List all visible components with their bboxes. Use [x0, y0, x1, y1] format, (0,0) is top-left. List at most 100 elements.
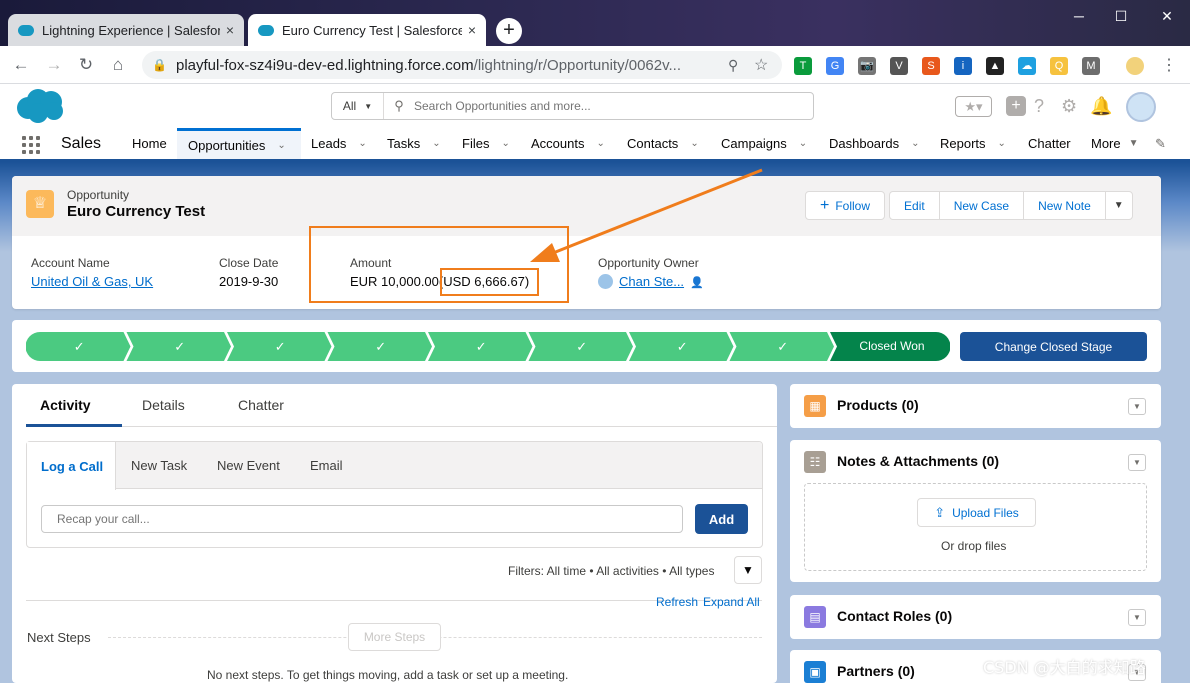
notifications-bell-icon[interactable]: 🔔 [1090, 96, 1112, 117]
user-avatar[interactable] [1126, 92, 1156, 122]
bookmark-star-icon[interactable]: ☆ [754, 55, 782, 75]
owner-link[interactable]: Chan Ste... [619, 274, 684, 289]
search-input[interactable] [414, 99, 813, 113]
search-scope-dropdown[interactable]: All ▼ [332, 93, 384, 119]
upload-files-button[interactable]: ⇪ Upload Files [917, 498, 1036, 527]
file-drop-zone[interactable]: ⇪ Upload Files Or drop files [804, 483, 1147, 571]
new-case-button[interactable]: New Case [938, 191, 1025, 220]
address-bar[interactable]: 🔒 playful-fox-sz4i9u-dev-ed.lightning.fo… [142, 51, 782, 79]
partners-title[interactable]: Partners (0) [837, 663, 915, 679]
change-owner-icon[interactable]: 👤 [690, 277, 704, 289]
nav-item-accounts[interactable]: Accounts ⌄ [531, 128, 605, 159]
recap-call-input[interactable] [41, 505, 683, 533]
chevron-down-icon[interactable]: ⌄ [799, 138, 807, 149]
nav-item-home[interactable]: Home [132, 128, 167, 159]
path-step-complete[interactable]: ✓ [227, 332, 332, 361]
nav-item-more[interactable]: More ▼ [1091, 128, 1139, 159]
checkmark-icon: ✓ [777, 340, 788, 355]
composer-tab-email[interactable]: Email [310, 442, 343, 489]
path-step-complete[interactable]: ✓ [729, 332, 835, 361]
contact-roles-title[interactable]: Contact Roles (0) [837, 608, 952, 624]
salesforce-logo[interactable] [14, 88, 66, 124]
close-window-button[interactable]: ✕ [1152, 6, 1182, 26]
path-step-complete[interactable]: ✓ [26, 332, 131, 361]
chevron-down-icon[interactable]: ⌄ [690, 138, 698, 149]
chevron-down-icon[interactable]: ⌄ [596, 138, 604, 149]
nav-item-files[interactable]: Files ⌄ [462, 128, 510, 159]
reload-icon[interactable]: ↻ [75, 54, 97, 76]
tab-details[interactable]: Details [142, 397, 185, 413]
stylish-extension-icon[interactable]: S [922, 57, 940, 75]
refresh-link[interactable]: Refresh [656, 595, 698, 609]
translate-extension-icon[interactable]: G [826, 57, 844, 75]
maximize-button[interactable]: ☐ [1106, 6, 1136, 26]
path-step-complete[interactable]: ✓ [428, 332, 533, 361]
cloud-extension-icon[interactable]: ☁ [1018, 57, 1036, 75]
dropdown-caret-icon[interactable]: ▼ [1128, 609, 1146, 626]
composer-tab-log-a-call[interactable]: Log a Call [27, 442, 116, 490]
forward-icon[interactable]: → [43, 54, 65, 76]
edit-nav-pencil-icon[interactable]: ✎ [1155, 128, 1166, 159]
composer-tab-new-task[interactable]: New Task [131, 442, 187, 489]
nav-item-reports[interactable]: Reports ⌄ [940, 128, 1006, 159]
browser-tab-1[interactable]: Lightning Experience | Salesforce × [8, 14, 244, 46]
chevron-down-icon[interactable]: ⌄ [358, 138, 366, 149]
camera-extension-icon[interactable]: 📷 [858, 57, 876, 75]
chevron-down-icon[interactable]: ⌄ [277, 140, 285, 151]
chevron-down-icon[interactable]: ⌄ [911, 138, 919, 149]
tab-activity[interactable]: Activity [40, 397, 91, 413]
add-button[interactable]: Add [695, 504, 748, 534]
account-name-link[interactable]: United Oil & Gas, UK [31, 274, 153, 289]
drive-extension-icon[interactable]: ▲ [986, 57, 1004, 75]
tracker-extension-icon[interactable]: T [794, 57, 812, 75]
tab-chatter[interactable]: Chatter [238, 397, 284, 413]
browser-tab-2[interactable]: Euro Currency Test | Salesforce × [248, 14, 486, 46]
mail-extension-icon[interactable]: M [1082, 57, 1100, 75]
info-extension-icon[interactable]: i [954, 57, 972, 75]
new-note-button[interactable]: New Note [1023, 191, 1106, 220]
dropdown-caret-icon[interactable]: ▼ [1128, 398, 1146, 415]
nav-item-dashboards[interactable]: Dashboards ⌄ [829, 128, 920, 159]
close-tab-icon[interactable]: × [226, 22, 234, 38]
chevron-down-icon[interactable]: ⌄ [432, 138, 440, 149]
browser-menu-icon[interactable]: ⋮ [1160, 57, 1178, 75]
expand-all-link[interactable]: Expand All [703, 595, 760, 609]
composer-tab-new-event[interactable]: New Event [217, 442, 280, 489]
nav-item-leads[interactable]: Leads ⌄ [311, 128, 367, 159]
global-actions-plus-icon[interactable]: + [1006, 96, 1026, 116]
zoom-icon[interactable]: ⚲ [728, 57, 754, 74]
vimium-extension-icon[interactable]: V [890, 57, 908, 75]
gear-icon[interactable]: ⚙ [1061, 96, 1077, 117]
chevron-down-icon[interactable]: ⌄ [501, 138, 509, 149]
follow-button[interactable]: + Follow [805, 191, 886, 220]
products-title[interactable]: Products (0) [837, 397, 919, 413]
help-icon[interactable]: ? [1034, 96, 1044, 117]
path-step-complete[interactable]: ✓ [528, 332, 634, 361]
dropdown-caret-icon[interactable]: ▼ [1128, 454, 1146, 471]
path-step-complete[interactable]: ✓ [126, 332, 232, 361]
profile-avatar[interactable] [1126, 57, 1144, 75]
path-step-complete[interactable]: ✓ [327, 332, 433, 361]
nav-item-campaigns[interactable]: Campaigns ⌄ [721, 128, 807, 159]
search-ext-extension-icon[interactable]: Q [1050, 57, 1068, 75]
new-tab-button[interactable]: + [496, 18, 522, 44]
more-actions-caret-icon[interactable]: ▼ [1104, 191, 1133, 220]
path-step-complete[interactable]: ✓ [629, 332, 734, 361]
close-tab-icon[interactable]: × [468, 22, 476, 38]
favorites-star-icon[interactable]: ★▾ [955, 96, 992, 117]
edit-button[interactable]: Edit [889, 191, 940, 220]
change-closed-stage-button[interactable]: Change Closed Stage [960, 332, 1147, 361]
filter-funnel-icon[interactable]: ▼ [734, 556, 762, 584]
app-launcher-icon[interactable] [22, 136, 42, 156]
chevron-down-icon[interactable]: ⌄ [998, 138, 1006, 149]
minimize-button[interactable]: ─ [1064, 6, 1094, 26]
nav-item-contacts[interactable]: Contacts ⌄ [627, 128, 699, 159]
notes-title[interactable]: Notes & Attachments (0) [837, 453, 999, 469]
home-icon[interactable]: ⌂ [107, 54, 129, 76]
back-icon[interactable]: ← [10, 54, 32, 76]
nav-item-tasks[interactable]: Tasks ⌄ [387, 128, 441, 159]
more-steps-button[interactable]: More Steps [348, 623, 441, 651]
nav-item-opportunities[interactable]: Opportunities ⌄ [177, 128, 301, 159]
path-step-current[interactable]: Closed Won [830, 332, 950, 361]
nav-item-chatter[interactable]: Chatter [1028, 128, 1071, 159]
